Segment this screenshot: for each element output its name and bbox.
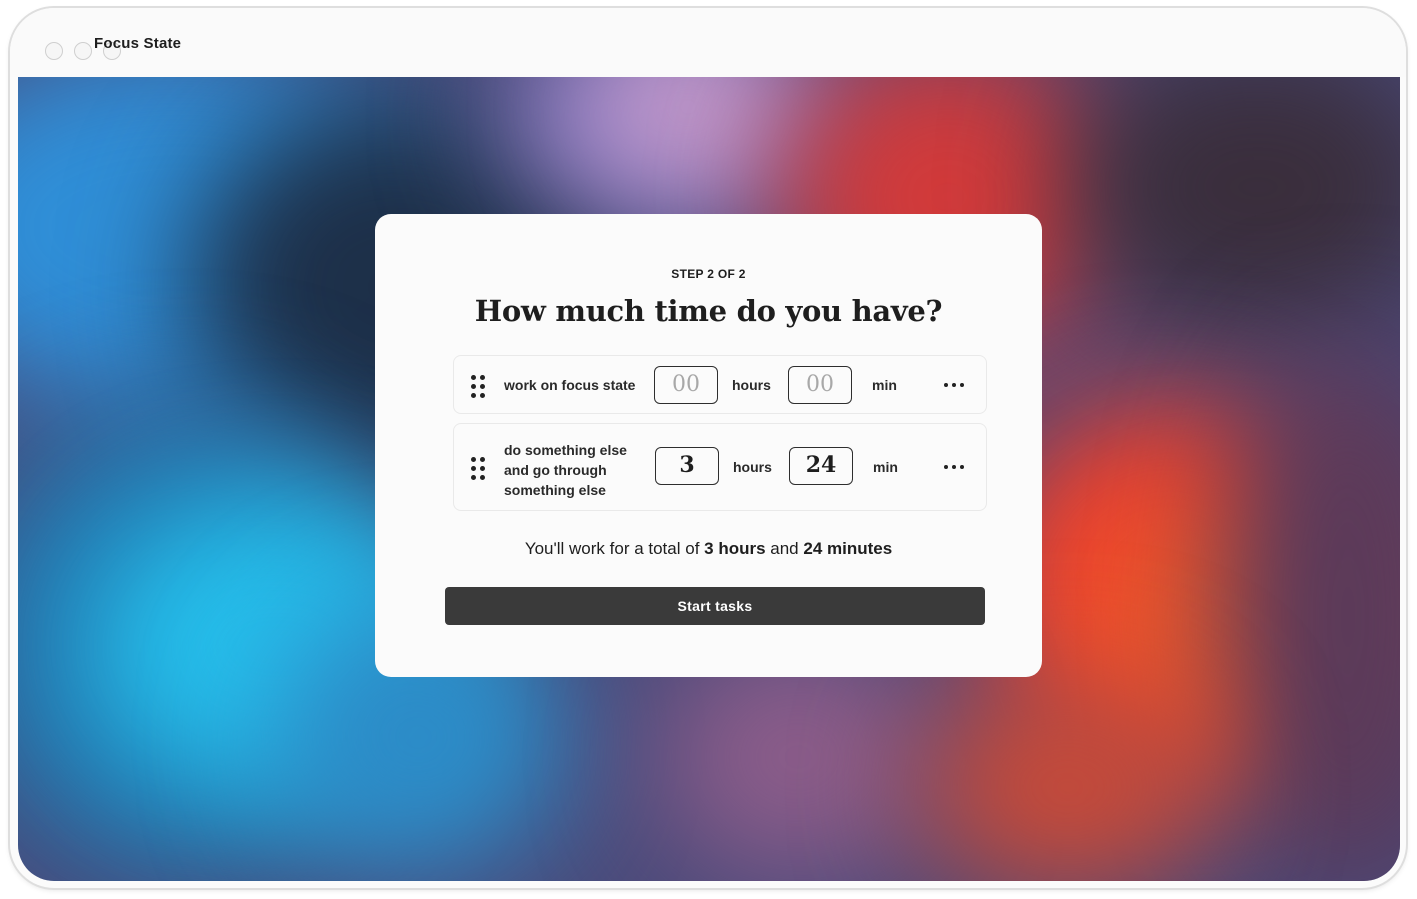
step-indicator: STEP 2 OF 2	[671, 267, 746, 281]
gradient-background: STEP 2 OF 2 How much time do you have? w…	[18, 77, 1400, 881]
start-tasks-button[interactable]: Start tasks	[445, 587, 985, 625]
drag-handle-icon[interactable]	[471, 375, 485, 399]
close-window-button[interactable]	[45, 42, 63, 60]
minutes-input[interactable]: 00	[788, 366, 852, 404]
drag-handle-icon[interactable]	[471, 457, 485, 481]
minutes-unit-label: min	[873, 459, 898, 475]
summary-middle: and	[765, 539, 804, 558]
minutes-unit-label: min	[872, 377, 897, 393]
summary-prefix: You'll work for a total of	[524, 539, 705, 558]
task-row: work on focus state 00 hours 00 min	[453, 355, 987, 414]
title-bar: Focus State	[10, 8, 1406, 77]
minutes-input[interactable]: 24	[789, 447, 853, 485]
minimize-window-button[interactable]	[74, 42, 92, 60]
task-row: do something else and go through somethi…	[453, 423, 987, 511]
more-options-icon[interactable]	[943, 463, 965, 471]
total-time-summary: You'll work for a total of 3 hours and 2…	[375, 539, 1042, 559]
page-title: How much time do you have?	[474, 294, 943, 328]
time-setup-card: STEP 2 OF 2 How much time do you have? w…	[375, 214, 1042, 677]
hours-input[interactable]: 00	[654, 366, 718, 404]
hours-unit-label: hours	[733, 459, 772, 475]
summary-minutes: 24 minutes	[803, 539, 893, 558]
summary-hours: 3 hours	[704, 539, 766, 558]
task-name: do something else and go through somethi…	[504, 442, 627, 498]
more-options-icon[interactable]	[943, 381, 965, 389]
app-title: Focus State	[94, 35, 182, 52]
hours-unit-label: hours	[732, 377, 771, 393]
hours-input[interactable]: 3	[655, 447, 719, 485]
task-name: work on focus state	[504, 377, 636, 393]
app-window: Focus State STEP 2 OF 2 How much time do…	[10, 8, 1406, 888]
